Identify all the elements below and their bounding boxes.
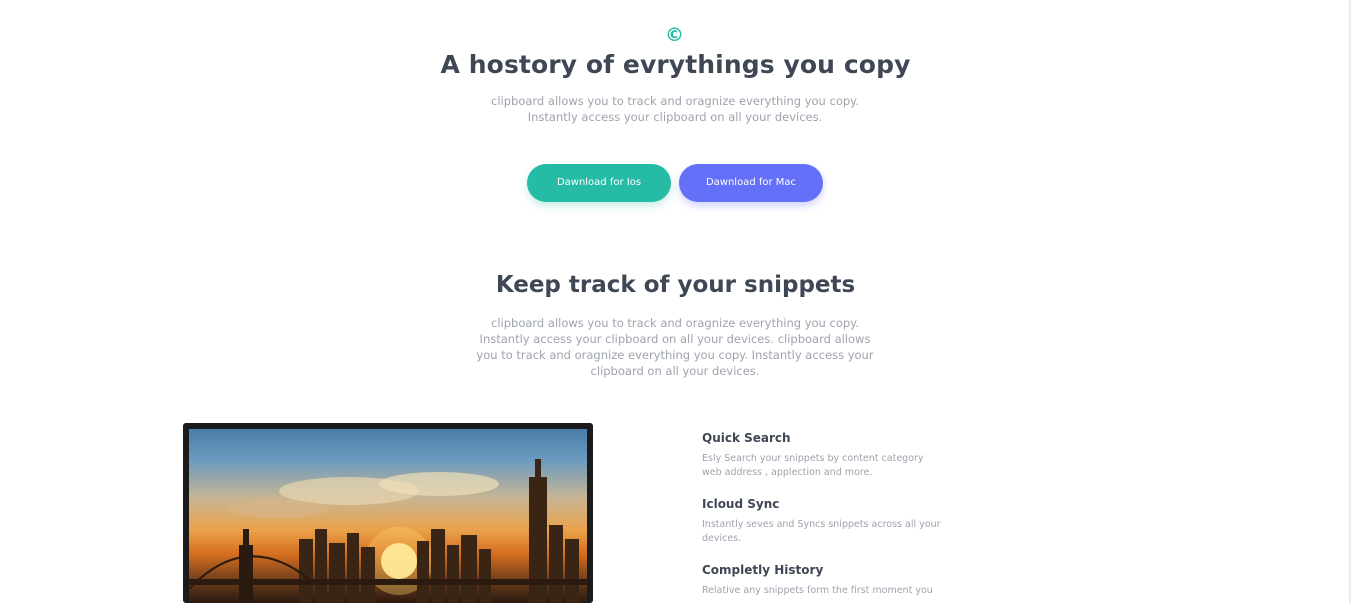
city-skyline-image bbox=[189, 429, 587, 603]
snippets-description: clipboard allows you to track and oragni… bbox=[476, 316, 874, 378]
page: © A hostory of evrythings you copy clipb… bbox=[0, 0, 1351, 603]
feature-text: Esly Search your snippets by content cat… bbox=[702, 453, 924, 478]
feature-title: Quick Search bbox=[702, 431, 791, 445]
download-ios-button[interactable]: Dawnload for Ios bbox=[527, 164, 671, 202]
feature-item: Icloud Sync Instantly seves and Syncs sn… bbox=[702, 496, 942, 546]
features-list: Quick Search Esly Search your snippets b… bbox=[702, 430, 942, 603]
feature-title: Completly History bbox=[702, 563, 824, 577]
hero-subtitle-line2: Instantly access your clipboard on all y… bbox=[527, 110, 823, 124]
skyline-illustration bbox=[189, 459, 587, 603]
monitor-image bbox=[183, 423, 593, 603]
feature-title: Icloud Sync bbox=[702, 497, 780, 511]
hero-subtitle-line1: clipboard allows you to track and oragni… bbox=[491, 94, 859, 108]
feature-item: Completly History Relative any snippets … bbox=[702, 562, 942, 598]
hero-subtitle: clipboard allows you to track and oragni… bbox=[475, 93, 875, 125]
snippets-title: Keep track of your snippets bbox=[495, 272, 856, 298]
feature-text: Relative any snippets form the first mom… bbox=[702, 585, 933, 596]
hero-title: A hostory of evrythings you copy bbox=[440, 50, 911, 79]
download-mac-button[interactable]: Dawnload for Mac bbox=[679, 164, 823, 202]
feature-item: Quick Search Esly Search your snippets b… bbox=[702, 430, 942, 480]
copyright-icon: © bbox=[665, 24, 684, 46]
feature-text: Instantly seves and Syncs snippets acros… bbox=[702, 519, 941, 544]
